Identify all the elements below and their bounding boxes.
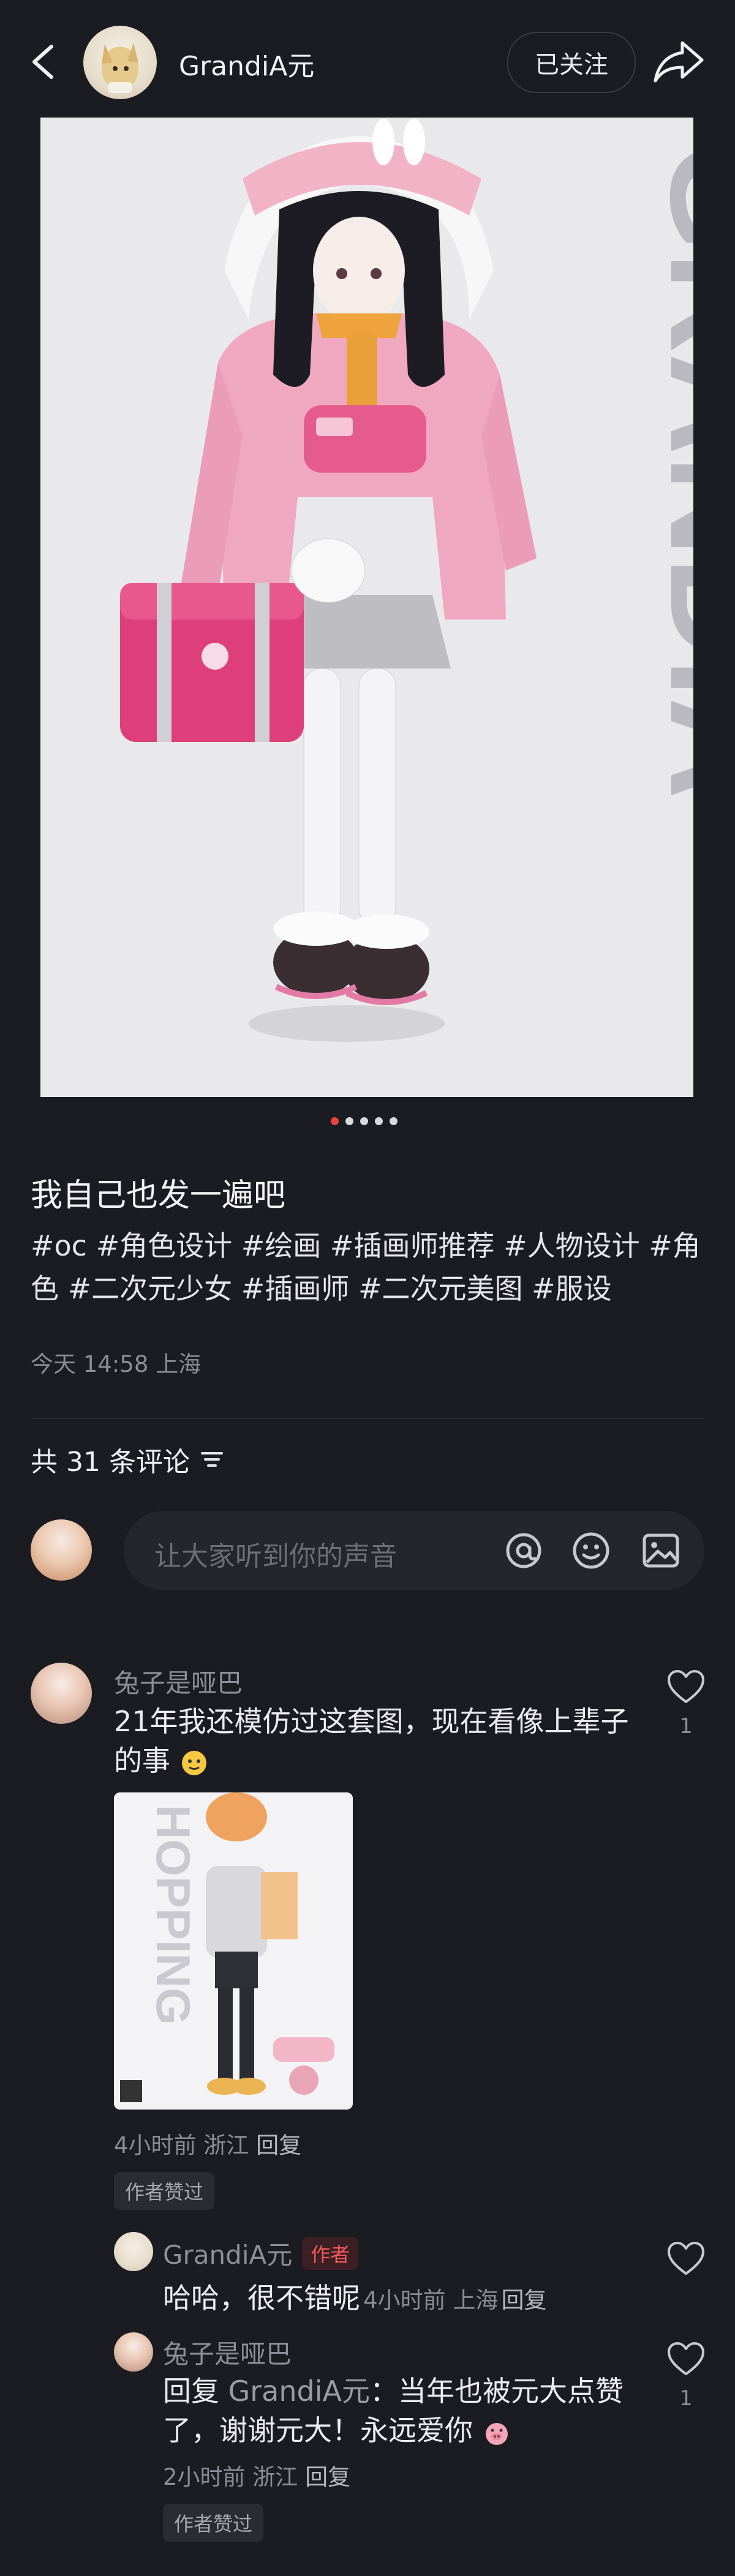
pagination-dot[interactable]: [390, 1117, 398, 1125]
commenter-name[interactable]: 兔子是哑巴: [114, 1663, 243, 1700]
comment-time-location: 4小时前 浙江: [114, 2132, 249, 2159]
post-hashtags[interactable]: #oc #角色设计 #绘画 #插画师推荐 #人物设计 #角色 #二次元少女 #插…: [31, 1224, 710, 1310]
commenter-avatar[interactable]: [31, 1663, 92, 1724]
author-liked-badge: 作者赞过: [114, 2172, 215, 2210]
reply-text-row: 哈哈，很不错呢 4小时前 上海 回复: [163, 2278, 547, 2318]
my-avatar: [31, 1519, 92, 1581]
reply-button[interactable]: 回复: [305, 2464, 350, 2490]
share-button[interactable]: [649, 32, 708, 91]
reply-user[interactable]: 兔子是哑巴: [163, 2334, 292, 2371]
comments-count: 共 31 条评论: [31, 1447, 190, 1478]
image-icon: [643, 1533, 679, 1568]
pagination-dot[interactable]: [360, 1117, 368, 1125]
comments-header[interactable]: 共 31 条评论: [31, 1440, 224, 1479]
chevron-left-icon: [32, 45, 53, 79]
like-button[interactable]: [666, 2341, 706, 2378]
comment-image[interactable]: HOPPING: [114, 1792, 353, 2110]
artwork-illustration: GRANDIA: [40, 118, 693, 1097]
pagination-dot[interactable]: [331, 1117, 339, 1125]
reply-time-location: 4小时前 上海: [363, 2287, 499, 2313]
reply-prefix: 回复: [163, 2375, 219, 2408]
reply-text: 回复 GrandiA元：当年也被元大点赞了，谢谢元大！永远爱你: [163, 2372, 653, 2450]
post-image[interactable]: GRANDIA: [40, 118, 693, 1097]
reply-button[interactable]: 回复: [502, 2287, 547, 2313]
share-icon: [654, 41, 704, 83]
like-button[interactable]: [666, 2241, 706, 2277]
top-bar: GrandiA元 已关注: [0, 0, 735, 116]
image-button[interactable]: [641, 1530, 681, 1571]
like-count: 1: [679, 1714, 693, 1739]
reply-button[interactable]: 回复: [256, 2132, 301, 2159]
emoji-face-icon: [181, 1750, 206, 1775]
heart-icon: [668, 1670, 704, 1703]
author-avatar[interactable]: [83, 26, 157, 99]
author-name[interactable]: GrandiA元: [179, 44, 314, 83]
heart-icon: [668, 2342, 704, 2375]
watermark-text: GRANDIA: [641, 142, 693, 799]
image-pagination[interactable]: [331, 1117, 404, 1129]
back-button[interactable]: [22, 34, 71, 89]
reply-avatar[interactable]: [114, 2332, 153, 2372]
pagination-dot[interactable]: [375, 1117, 383, 1125]
pig-emoji-icon: [485, 2422, 508, 2445]
sort-icon[interactable]: [200, 1447, 224, 1472]
comment-input-placeholder[interactable]: 让大家听到你的声音: [154, 1534, 397, 1573]
reply-meta: 2小时前 浙江 回复: [163, 2458, 350, 2492]
like-count: 1: [679, 2386, 693, 2411]
comment-text: 21年我还模仿过这套图，现在看像上辈子的事: [114, 1702, 653, 1780]
pagination-dot[interactable]: [345, 1117, 353, 1125]
like-button[interactable]: [666, 1669, 706, 1705]
heart-icon: [668, 2242, 704, 2275]
divider: [31, 1418, 704, 1419]
thumb-watermark: HOPPING: [146, 1805, 200, 2025]
comment-meta: 4小时前 浙江 回复: [114, 2127, 301, 2160]
follow-button[interactable]: 已关注: [507, 32, 636, 93]
reply-avatar[interactable]: [114, 2232, 153, 2271]
reply-user[interactable]: GrandiA元: [163, 2234, 292, 2272]
author-tag: 作者: [302, 2236, 359, 2270]
post-meta: 今天 14:58 上海: [31, 1351, 202, 1377]
emoji-icon: [573, 1532, 609, 1569]
avatar-illustration: [102, 43, 138, 93]
comment-image-illustration: HOPPING: [114, 1792, 353, 2110]
author-liked-badge: 作者赞过: [163, 2504, 264, 2542]
emoji-button[interactable]: [571, 1530, 611, 1571]
reply-body: 哈哈，很不错呢: [163, 2282, 360, 2315]
reply-header: GrandiA元 作者: [163, 2234, 359, 2272]
at-icon: [506, 1533, 541, 1568]
reply-time-location: 2小时前 浙江: [163, 2464, 298, 2490]
mention-button[interactable]: [503, 1530, 544, 1571]
mention-link[interactable]: GrandiA元: [228, 2375, 370, 2408]
post-title: 我自己也发一遍吧: [31, 1177, 286, 1214]
